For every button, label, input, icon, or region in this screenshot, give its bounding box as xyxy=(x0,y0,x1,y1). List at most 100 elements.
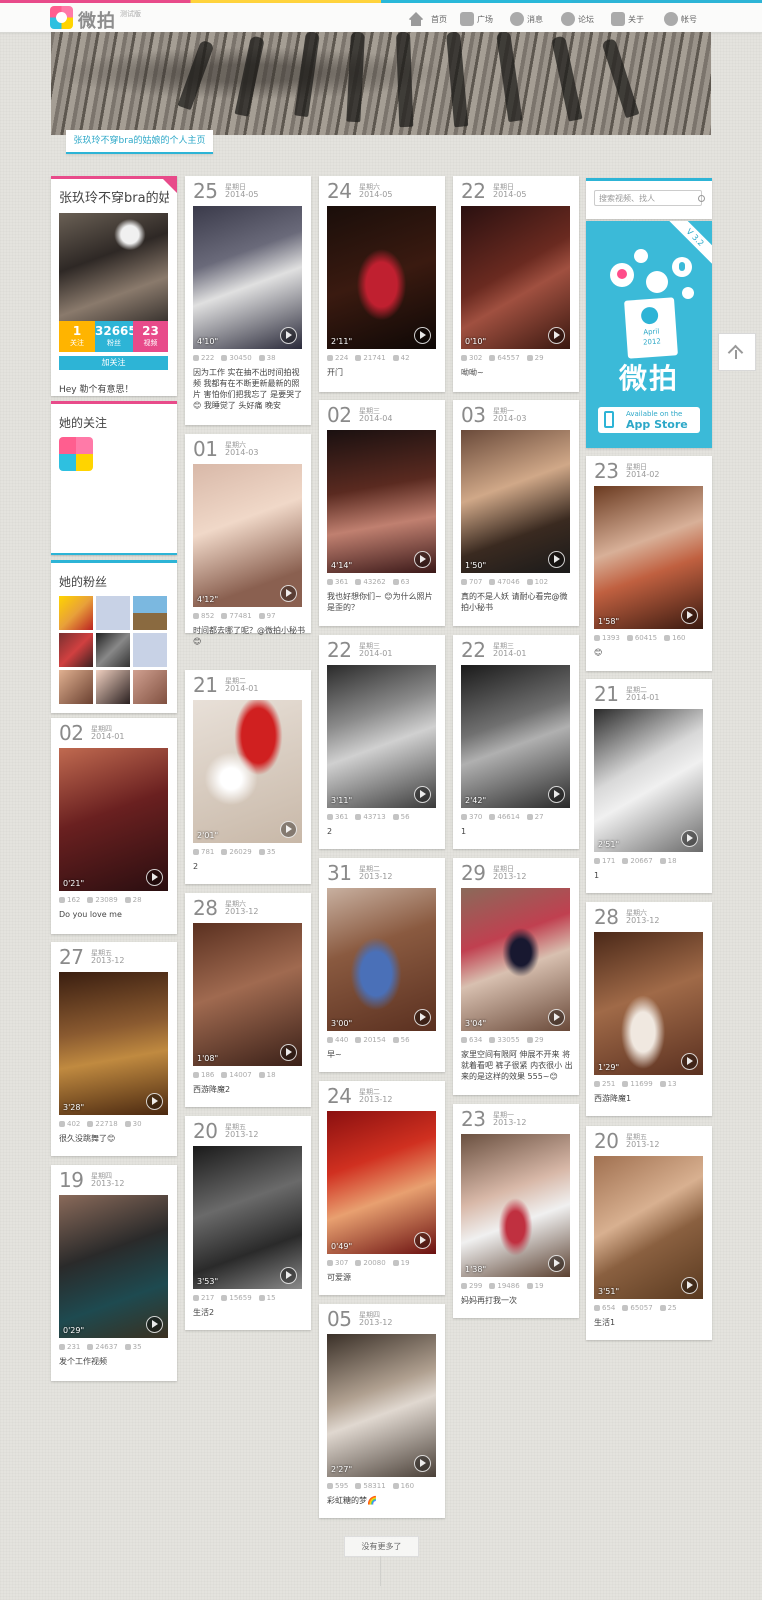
video-thumbnail[interactable]: 0'29" xyxy=(59,1195,168,1338)
load-more-button[interactable]: 没有更多了 xyxy=(344,1536,419,1557)
follow-button[interactable]: 加关注 xyxy=(59,356,168,370)
play-icon[interactable] xyxy=(681,1277,698,1294)
play-icon[interactable] xyxy=(414,1455,431,1472)
video-card[interactable]: 19 星期四 2013-12 0'29" 231 24637 35 发个工作视频 xyxy=(51,1165,177,1381)
profile-tab[interactable]: 张玖玲不穿bra的姑娘的个人主页 xyxy=(66,130,213,154)
video-thumbnail[interactable]: 2'51" xyxy=(594,709,703,852)
video-thumbnail[interactable]: 3'51" xyxy=(594,1156,703,1299)
video-card[interactable]: 23 星期日 2014-02 1'58" 1393 60415 160 😊 xyxy=(586,456,712,671)
stat-videos[interactable]: 23 视频 xyxy=(133,321,168,352)
nav-messages[interactable]: 消息 xyxy=(510,9,543,29)
play-icon[interactable] xyxy=(681,830,698,847)
play-icon[interactable] xyxy=(414,551,431,568)
search-icon[interactable] xyxy=(698,195,705,202)
play-icon[interactable] xyxy=(280,327,297,344)
video-card[interactable]: 01 星期六 2014-03 4'12" 852 77481 97 时间都去哪了呢？… xyxy=(185,434,311,646)
fan-avatar[interactable] xyxy=(59,596,93,630)
nav-home[interactable]: 首页 xyxy=(408,9,447,29)
app-store-button[interactable]: Available on the App Store xyxy=(598,407,700,433)
nav-account[interactable]: 帐号 xyxy=(664,9,697,29)
play-icon[interactable] xyxy=(548,1255,565,1272)
stat-following[interactable]: 1 关注 xyxy=(59,321,95,352)
video-card[interactable]: 24 星期六 2014-05 2'11" 224 21741 42 开门 xyxy=(319,176,445,392)
fan-avatar[interactable] xyxy=(133,670,167,704)
play-icon[interactable] xyxy=(280,1044,297,1061)
video-thumbnail[interactable]: 2'42" xyxy=(461,665,570,808)
play-icon[interactable] xyxy=(414,786,431,803)
profile-name: 张玖玲不穿bra的姑娘 xyxy=(59,191,169,206)
search-input[interactable]: 搜索视频、找人 xyxy=(594,190,702,206)
play-icon[interactable] xyxy=(548,551,565,568)
avatar[interactable] xyxy=(59,213,168,321)
video-card[interactable]: 27 星期五 2013-12 3'28" 402 22718 30 很久没跳舞了😊 xyxy=(51,942,177,1156)
video-card[interactable]: 02 星期三 2014-04 4'14" 361 43262 63 我也好想你们~ … xyxy=(319,400,445,626)
video-thumbnail[interactable]: 4'12" xyxy=(193,464,302,607)
following-avatar[interactable] xyxy=(59,437,93,471)
nav-about[interactable]: 关于 xyxy=(611,9,644,29)
video-card[interactable]: 21 星期二 2014-01 2'01" 781 26029 35 2 xyxy=(185,670,311,884)
play-icon[interactable] xyxy=(681,607,698,624)
fan-avatar[interactable] xyxy=(96,633,130,667)
video-card[interactable]: 23 星期一 2013-12 1'38" 299 19486 19 妈妈再打我一次 xyxy=(453,1104,579,1318)
video-card[interactable]: 22 星期三 2014-01 3'11" 361 43713 56 2 xyxy=(319,635,445,849)
play-icon[interactable] xyxy=(548,327,565,344)
video-card[interactable]: 05 星期四 2013-12 2'27" 595 58311 160 彩虹糖的梦🌈 xyxy=(319,1304,445,1518)
video-card[interactable]: 24 星期二 2013-12 0'49" 307 20080 19 可爱源 xyxy=(319,1081,445,1295)
play-icon[interactable] xyxy=(414,1009,431,1026)
nav-forum[interactable]: 论坛 xyxy=(561,9,594,29)
video-card[interactable]: 29 星期日 2013-12 3'04" 634 33055 29 家里空间有限阿 … xyxy=(453,858,579,1095)
play-icon[interactable] xyxy=(146,1316,163,1333)
video-card[interactable]: 22 星期日 2014-05 0'10" 302 64557 29 呦呦~ xyxy=(453,176,579,392)
fan-avatar[interactable] xyxy=(59,633,93,667)
video-card[interactable]: 20 星期五 2013-12 3'53" 217 15659 15 生活2 xyxy=(185,1116,311,1330)
play-icon[interactable] xyxy=(548,786,565,803)
play-icon[interactable] xyxy=(146,1093,163,1110)
fan-avatar[interactable] xyxy=(96,596,130,630)
video-card[interactable]: 31 星期二 2013-12 3'00" 440 20154 56 早~ xyxy=(319,858,445,1072)
video-card[interactable]: 28 星期六 2013-12 1'08" 186 14007 18 西游降魔2 xyxy=(185,893,311,1107)
play-icon[interactable] xyxy=(280,821,297,838)
play-icon[interactable] xyxy=(414,1232,431,1249)
video-thumbnail[interactable]: 4'14" xyxy=(327,430,436,573)
fan-avatar[interactable] xyxy=(133,596,167,630)
video-thumbnail[interactable]: 2'27" xyxy=(327,1334,436,1477)
video-thumbnail[interactable]: 1'50" xyxy=(461,430,570,573)
video-thumbnail[interactable]: 2'11" xyxy=(327,206,436,349)
video-thumbnail[interactable]: 3'28" xyxy=(59,972,168,1115)
video-thumbnail[interactable]: 3'00" xyxy=(327,888,436,1031)
fan-avatar[interactable] xyxy=(96,670,130,704)
video-thumbnail[interactable]: 3'53" xyxy=(193,1146,302,1289)
video-thumbnail[interactable]: 3'04" xyxy=(461,888,570,1031)
play-icon[interactable] xyxy=(146,869,163,886)
video-card[interactable]: 25 星期日 2014-05 4'10" 222 30450 38 因为工作 实在抽… xyxy=(185,176,311,425)
play-icon[interactable] xyxy=(280,1267,297,1284)
video-thumbnail[interactable]: 3'11" xyxy=(327,665,436,808)
video-card[interactable]: 21 星期二 2014-01 2'51" 171 20667 18 1 xyxy=(586,679,712,893)
back-to-top-button[interactable] xyxy=(718,333,756,371)
play-icon[interactable] xyxy=(414,327,431,344)
video-card[interactable]: 02 星期四 2014-01 0'21" 162 23089 28 Do you l… xyxy=(51,718,177,934)
play-icon[interactable] xyxy=(681,1053,698,1070)
video-thumbnail[interactable]: 1'38" xyxy=(461,1134,570,1277)
video-thumbnail[interactable]: 2'01" xyxy=(193,700,302,843)
video-card[interactable]: 20 星期五 2013-12 3'51" 654 65057 25 生活1 xyxy=(586,1126,712,1340)
video-card[interactable]: 28 星期六 2013-12 1'29" 251 11699 13 西游降魔1 xyxy=(586,902,712,1116)
video-thumbnail[interactable]: 1'08" xyxy=(193,923,302,1066)
logo-text[interactable]: 微拍 xyxy=(78,7,116,33)
nav-square[interactable]: 广场 xyxy=(460,9,493,29)
video-thumbnail[interactable]: 4'10" xyxy=(193,206,302,349)
video-card[interactable]: 22 星期三 2014-01 2'42" 370 46614 27 1 xyxy=(453,635,579,849)
app-store-ad[interactable]: V 3.2 April 2012 微拍 Available on the App… xyxy=(586,221,712,448)
video-thumbnail[interactable]: 0'21" xyxy=(59,748,168,891)
video-card[interactable]: 03 星期一 2014-03 1'50" 707 47046 102 真的不是人妖 … xyxy=(453,400,579,626)
video-thumbnail[interactable]: 1'29" xyxy=(594,932,703,1075)
stat-fans[interactable]: 32665 粉丝 xyxy=(95,321,137,352)
video-thumbnail[interactable]: 1'58" xyxy=(594,486,703,629)
logo-icon[interactable] xyxy=(50,6,73,29)
fan-avatar[interactable] xyxy=(133,633,167,667)
fan-avatar[interactable] xyxy=(59,670,93,704)
video-thumbnail[interactable]: 0'49" xyxy=(327,1111,436,1254)
video-thumbnail[interactable]: 0'10" xyxy=(461,206,570,349)
play-icon[interactable] xyxy=(280,585,297,602)
play-icon[interactable] xyxy=(548,1009,565,1026)
